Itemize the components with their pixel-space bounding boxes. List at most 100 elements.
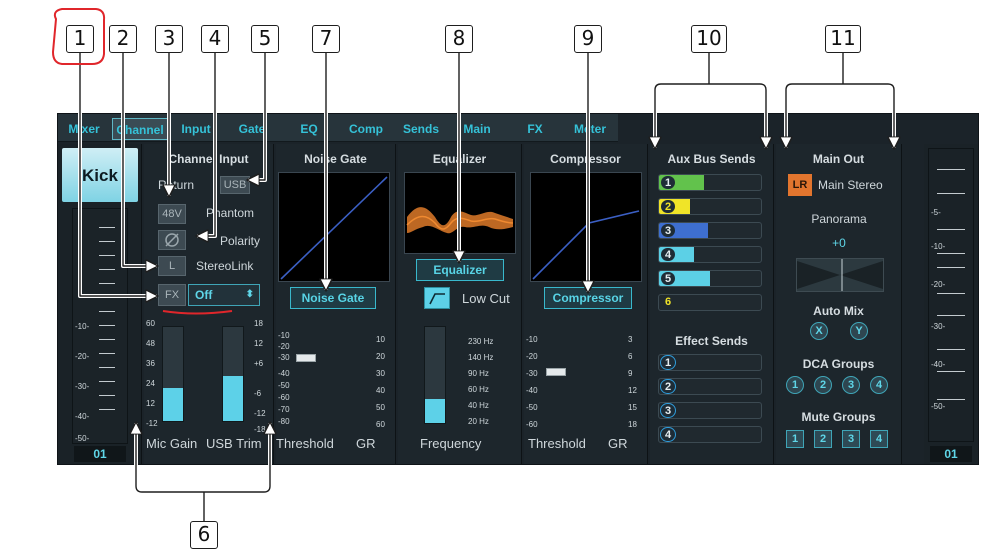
fx-select[interactable]: Off ⬍ <box>188 284 260 306</box>
dca-group-button[interactable]: 3 <box>842 376 860 394</box>
comp-threshold-tick: -60 <box>526 420 538 429</box>
usb-trim-fader[interactable] <box>222 326 244 422</box>
lr-assign-button[interactable]: LR <box>788 174 812 196</box>
mic-gain-level <box>163 388 183 421</box>
mic-gain-label: Mic Gain <box>146 436 198 451</box>
aux-bus-send[interactable]: 1 <box>658 174 762 191</box>
gate-threshold-handle[interactable] <box>296 354 316 362</box>
effect-send[interactable]: 1 <box>658 354 762 371</box>
tab-meter[interactable]: Meter <box>564 118 616 140</box>
automix-x-button[interactable]: X <box>810 322 828 340</box>
channel-number: 01 <box>74 446 126 462</box>
effect-send[interactable]: 2 <box>658 378 762 395</box>
tab-channel[interactable]: Channel <box>112 118 168 140</box>
trim-tick: 18 <box>254 319 263 328</box>
tab-comp[interactable]: Comp <box>340 118 392 140</box>
eq-graph[interactable] <box>404 172 516 254</box>
gate-graph[interactable] <box>278 172 390 282</box>
comp-gr-tick: 6 <box>628 352 633 361</box>
tab-fx[interactable]: FX <box>512 118 558 140</box>
effect-send-number: 3 <box>660 403 676 418</box>
aux-bus-send[interactable]: 3 <box>658 222 762 239</box>
dca-group-button[interactable]: 1 <box>786 376 804 394</box>
tab-sends[interactable]: Sends <box>396 118 446 140</box>
channel-name-box[interactable]: Kick <box>62 148 138 202</box>
stereolink-button[interactable]: L <box>158 256 186 276</box>
low-cut-button[interactable] <box>424 287 450 309</box>
comp-gr-tick: 3 <box>628 335 633 344</box>
tab-main[interactable]: Main <box>456 118 498 140</box>
callout-8: 8 <box>445 25 473 53</box>
mic-gain-fader[interactable] <box>162 326 184 422</box>
noise-gate-section: Noise Gate Noise Gate -10 -20 -30 -40 -5… <box>276 144 396 464</box>
aux-bus-send[interactable]: 4 <box>658 246 762 263</box>
main-channel-number: 01 <box>930 446 972 462</box>
polarity-icon <box>165 233 179 247</box>
tab-mixer[interactable]: Mixer <box>64 118 104 140</box>
effect-send[interactable]: 4 <box>658 426 762 443</box>
aux-bus-send[interactable]: 2 <box>658 198 762 215</box>
gate-gr-tick: 50 <box>376 403 385 412</box>
mute-title: Mute Groups <box>801 410 876 424</box>
mute-group-button[interactable]: 3 <box>842 430 860 448</box>
panorama-control[interactable] <box>796 258 884 292</box>
aux-bus-number: 6 <box>664 296 672 308</box>
trim-tick: -12 <box>254 409 266 418</box>
noise-gate-button[interactable]: Noise Gate <box>290 287 376 309</box>
phantom-48v-button[interactable]: 48V <box>158 204 186 224</box>
fx-button[interactable]: FX <box>158 284 186 306</box>
meter-tick-label: -5- <box>931 208 941 217</box>
equalizer-button[interactable]: Equalizer <box>416 259 504 281</box>
callout-2: 2 <box>109 25 137 53</box>
usb-return-button[interactable]: USB <box>220 176 250 194</box>
sends-section: Aux Bus Sends 1 2 3 4 5 6 Effect Sends 1 2 3 4 <box>650 144 774 464</box>
aux-bus-number: 4 <box>660 247 676 262</box>
return-label: Return <box>158 178 195 192</box>
mute-group-button[interactable]: 4 <box>870 430 888 448</box>
low-cut-frequency-fader[interactable] <box>424 326 446 424</box>
annotated-screenshot: Mixer Channel Input Gate EQ Comp Sends M… <box>0 0 1003 559</box>
callout-10: 10 <box>691 25 727 53</box>
eq-curve <box>406 207 514 234</box>
comp-threshold-tick: -40 <box>526 386 538 395</box>
mute-group-button[interactable]: 1 <box>786 430 804 448</box>
aux-bus-send[interactable]: 6 <box>658 294 762 311</box>
compressor-button[interactable]: Compressor <box>544 287 632 309</box>
gate-gr-tick: 60 <box>376 420 385 429</box>
dca-group-button[interactable]: 4 <box>870 376 888 394</box>
tab-input[interactable]: Input <box>176 118 216 140</box>
gain-tick: 24 <box>146 379 155 388</box>
effect-send[interactable]: 3 <box>658 402 762 419</box>
comp-gr-tick: 18 <box>628 420 637 429</box>
mute-group-button[interactable]: 2 <box>814 430 832 448</box>
gr-label: GR <box>608 436 628 451</box>
automix-y-button[interactable]: Y <box>850 322 868 340</box>
compressor-graph[interactable] <box>530 172 642 282</box>
threshold-label: Threshold <box>276 436 334 451</box>
meter-tick-label: -40- <box>931 360 946 369</box>
dca-title: DCA Groups <box>802 357 875 371</box>
mixer-panel: Mixer Channel Input Gate EQ Comp Sends M… <box>57 113 979 465</box>
frequency-tick: 90 Hz <box>468 369 489 378</box>
channel-input-section: Channel Input Return USB 48V Phantom Pol… <box>144 144 274 464</box>
aux-bus-number: 2 <box>660 199 676 214</box>
frequency-tick: 60 Hz <box>468 385 489 394</box>
polarity-button[interactable] <box>158 230 186 250</box>
tab-gate[interactable]: Gate <box>234 118 270 140</box>
aux-bus-send[interactable]: 5 <box>658 270 762 287</box>
meter-tick-label: -20- <box>931 280 946 289</box>
section-title: Compressor <box>550 152 621 166</box>
gain-tick: 12 <box>146 399 155 408</box>
comp-threshold-handle[interactable] <box>546 368 566 376</box>
trim-tick: -6 <box>254 389 262 398</box>
usb-trim-level <box>223 375 243 421</box>
panorama-value: +0 <box>832 236 846 250</box>
panorama-label: Panorama <box>811 212 867 226</box>
tab-eq[interactable]: EQ <box>284 118 334 140</box>
callout-1: 1 <box>66 25 94 53</box>
aux-bus-list: 1 2 3 4 5 6 <box>658 174 768 324</box>
tab-bar: Mixer Channel Input Gate EQ Comp Sends M… <box>58 114 618 142</box>
dca-group-button[interactable]: 2 <box>814 376 832 394</box>
pan-shape <box>797 259 883 291</box>
main-stereo-label: Main Stereo <box>818 178 883 192</box>
